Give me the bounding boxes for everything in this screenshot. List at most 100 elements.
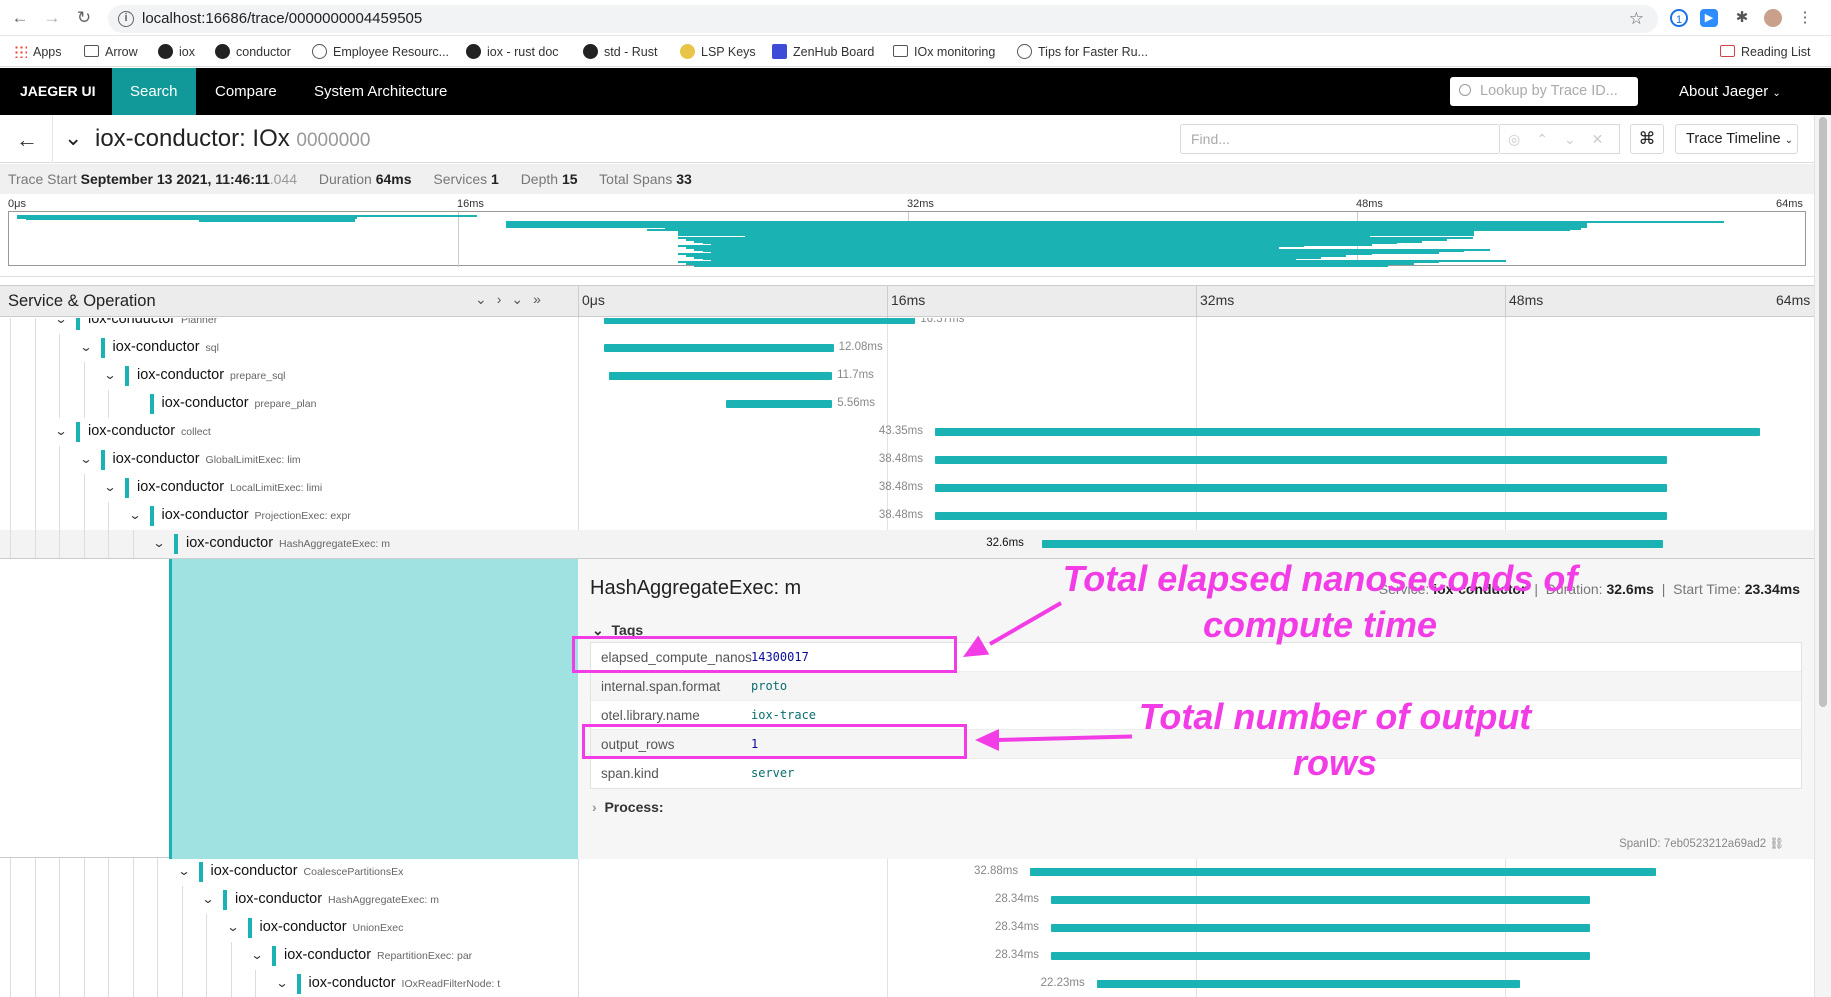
span-service-label[interactable]: iox-conductor UnionExec <box>247 918 403 938</box>
span-name-cell[interactable]: ⌄ iox-conductor UnionExec <box>0 914 578 942</box>
expand-chevron-icon[interactable]: ⌄ <box>201 892 214 906</box>
trace-minimap[interactable]: 0μs 16ms 32ms 48ms 64ms <box>0 195 1814 277</box>
span-name-cell[interactable]: ⌄ iox-conductor prepare_sql <box>0 362 578 390</box>
span-row[interactable]: ⌄ iox-conductor LocalLimitExec: limi 38.48m… <box>0 474 1814 502</box>
bookmark-iox-rust-doc[interactable]: iox - rust doc <box>466 43 559 61</box>
span-row[interactable]: ⌄ iox-conductor IOxReadFilterNode: t 22.23m… <box>0 970 1814 997</box>
span-service-label[interactable]: iox-conductor Planner <box>76 318 217 330</box>
span-name-cell[interactable]: ⌄ iox-conductor LocalLimitExec: limi <box>0 474 578 502</box>
nav-search[interactable]: Search <box>112 68 196 115</box>
span-row[interactable]: ⌄ iox-conductor CoalescePartitionsEx 32.88m… <box>0 858 1814 886</box>
span-name-cell[interactable]: ⌄ iox-conductor CoalescePartitionsEx <box>0 858 578 886</box>
expand-chevron-icon[interactable]: ⌄ <box>226 920 239 934</box>
span-service-label[interactable]: iox-conductor collect <box>76 422 211 442</box>
span-service-label[interactable]: iox-conductor ProjectionExec: expr <box>149 506 351 526</box>
span-duration-bar[interactable] <box>726 400 833 408</box>
expand-chevron-icon[interactable]: ⌄ <box>79 452 92 466</box>
span-row[interactable]: ⌄ iox-conductor UnionExec 28.34ms <box>0 914 1814 942</box>
nav-compare[interactable]: Compare <box>197 68 295 115</box>
span-name-cell[interactable]: ⌄ iox-conductor collect <box>0 418 578 446</box>
expand-chevron-icon[interactable]: ⌄ <box>54 318 67 326</box>
address-bar[interactable]: i localhost:16686/trace/0000000004459505… <box>108 5 1658 33</box>
trace-id-lookup[interactable]: Lookup by Trace ID... <box>1450 77 1638 106</box>
span-service-label[interactable]: iox-conductor prepare_plan <box>149 394 316 414</box>
span-service-label[interactable]: iox-conductor CoalescePartitionsEx <box>198 862 403 882</box>
forward-arrow-icon[interactable]: → <box>42 8 62 28</box>
collapse-chevron-icon[interactable]: ⌄ <box>64 125 82 151</box>
find-navigation-controls[interactable]: ◎⌃⌄✕ <box>1500 124 1620 154</box>
nav-system-architecture[interactable]: System Architecture <box>296 68 465 115</box>
bookmark-lsp-keys[interactable]: LSP Keys <box>680 43 756 61</box>
span-row[interactable]: iox-conductor prepare_plan 5.56ms <box>0 390 1814 418</box>
span-service-label[interactable]: iox-conductor sql <box>100 338 219 358</box>
span-duration-bar[interactable] <box>1042 540 1663 548</box>
process-toggle[interactable]: › Process: <box>592 799 664 815</box>
bookmark-iox-monitoring[interactable]: IOx monitoring <box>893 43 995 61</box>
span-duration-bar[interactable] <box>934 428 1760 436</box>
bookmark-std-rust[interactable]: std - Rust <box>583 43 658 61</box>
span-duration-bar[interactable] <box>1050 924 1591 932</box>
expand-chevron-icon[interactable]: ⌄ <box>275 976 288 990</box>
minimap-canvas[interactable] <box>8 211 1806 267</box>
page-scrollbar[interactable] <box>1814 115 1831 997</box>
span-row[interactable]: ⌄ iox-conductor collect 43.35ms <box>0 418 1814 446</box>
profile-avatar[interactable] <box>1764 9 1782 27</box>
span-name-cell[interactable]: ⌄ iox-conductor RepartitionExec: par <box>0 942 578 970</box>
span-duration-bar[interactable] <box>603 344 834 352</box>
back-arrow-icon[interactable]: ← <box>16 127 38 153</box>
find-input[interactable]: Find... <box>1180 124 1500 154</box>
span-row[interactable]: ⌄ iox-conductor Planner 16.37ms <box>0 318 1814 334</box>
span-duration-bar[interactable] <box>603 318 916 324</box>
span-name-cell[interactable]: ⌄ iox-conductor IOxReadFilterNode: t <box>0 970 578 997</box>
span-row[interactable]: ⌄ iox-conductor prepare_sql 11.7ms <box>0 362 1814 390</box>
span-duration-bar[interactable] <box>1050 952 1591 960</box>
span-duration-bar[interactable] <box>1050 896 1591 904</box>
bookmark-iox[interactable]: iox <box>158 43 195 61</box>
expand-chevron-icon[interactable]: ⌄ <box>79 340 92 354</box>
reading-list[interactable]: Reading List <box>1720 43 1811 61</box>
span-name-cell[interactable]: ⌄ iox-conductor Planner <box>0 318 578 334</box>
back-arrow-icon[interactable]: ← <box>10 8 30 28</box>
link-icon[interactable]: ⛓ <box>1769 838 1784 850</box>
span-row[interactable]: ⌄ iox-conductor ProjectionExec: expr 38.48m… <box>0 502 1814 530</box>
reload-icon[interactable]: ↻ <box>74 8 94 28</box>
span-row[interactable]: ⌄ iox-conductor HashAggregateExec: m 28.34m… <box>0 886 1814 914</box>
span-row[interactable]: ⌄ iox-conductor HashAggregateExec: m 32.6ms <box>0 530 1814 558</box>
expand-chevron-icon[interactable]: ⌄ <box>54 424 67 438</box>
bookmark-arrow[interactable]: Arrow <box>84 43 138 61</box>
expand-chevron-icon[interactable]: ⌄ <box>250 948 263 962</box>
scrollbar-thumb[interactable] <box>1819 117 1827 707</box>
bookmark-employee-resources[interactable]: Employee Resourc... <box>312 43 449 61</box>
span-name-cell[interactable]: ⌄ iox-conductor HashAggregateExec: m <box>0 886 578 914</box>
span-service-label[interactable]: iox-conductor prepare_sql <box>125 366 286 386</box>
span-row[interactable]: ⌄ iox-conductor sql 12.08ms <box>0 334 1814 362</box>
expand-chevron-icon[interactable]: ⌄ <box>177 864 190 878</box>
zoom-extension-icon[interactable]: ▶ <box>1700 9 1718 27</box>
about-jaeger-menu[interactable]: About Jaeger ⌄ <box>1679 68 1781 117</box>
span-service-label[interactable]: iox-conductor RepartitionExec: par <box>272 946 472 966</box>
span-service-label[interactable]: iox-conductor LocalLimitExec: limi <box>125 478 322 498</box>
bookmark-zenhub[interactable]: ZenHub Board <box>772 43 874 61</box>
span-duration-bar[interactable] <box>1030 868 1656 876</box>
password-manager-icon[interactable]: 1 <box>1670 9 1688 27</box>
expand-collapse-controls[interactable]: ⌄›⌄» <box>475 291 551 308</box>
expand-chevron-icon[interactable]: ⌄ <box>103 368 116 382</box>
span-row[interactable]: ⌄ iox-conductor GlobalLimitExec: lim 38.48m… <box>0 446 1814 474</box>
span-duration-bar[interactable] <box>934 512 1668 520</box>
span-service-label[interactable]: iox-conductor GlobalLimitExec: lim <box>100 450 301 470</box>
bookmark-tips-rust[interactable]: Tips for Faster Ru... <box>1017 43 1148 61</box>
span-name-cell[interactable]: ⌄ iox-conductor GlobalLimitExec: lim <box>0 446 578 474</box>
span-service-label[interactable]: iox-conductor HashAggregateExec: m <box>174 534 390 554</box>
span-name-cell[interactable]: ⌄ iox-conductor ProjectionExec: expr <box>0 502 578 530</box>
bookmark-star-icon[interactable]: ☆ <box>1629 5 1644 33</box>
span-duration-bar[interactable] <box>1096 980 1520 988</box>
span-name-cell[interactable]: iox-conductor prepare_plan <box>0 390 578 418</box>
expand-chevron-icon[interactable]: ⌄ <box>103 480 116 494</box>
span-service-label[interactable]: iox-conductor IOxReadFilterNode: t <box>296 974 500 994</box>
span-duration-bar[interactable] <box>934 456 1668 464</box>
span-row[interactable]: ⌄ iox-conductor RepartitionExec: par 28.34m… <box>0 942 1814 970</box>
keyboard-shortcuts-icon[interactable]: ⌘ <box>1630 124 1664 154</box>
view-selector[interactable]: Trace Timeline ⌄ <box>1675 124 1798 154</box>
expand-chevron-icon[interactable]: ⌄ <box>128 508 141 522</box>
brand-logo[interactable]: JAEGER UI <box>2 68 113 115</box>
